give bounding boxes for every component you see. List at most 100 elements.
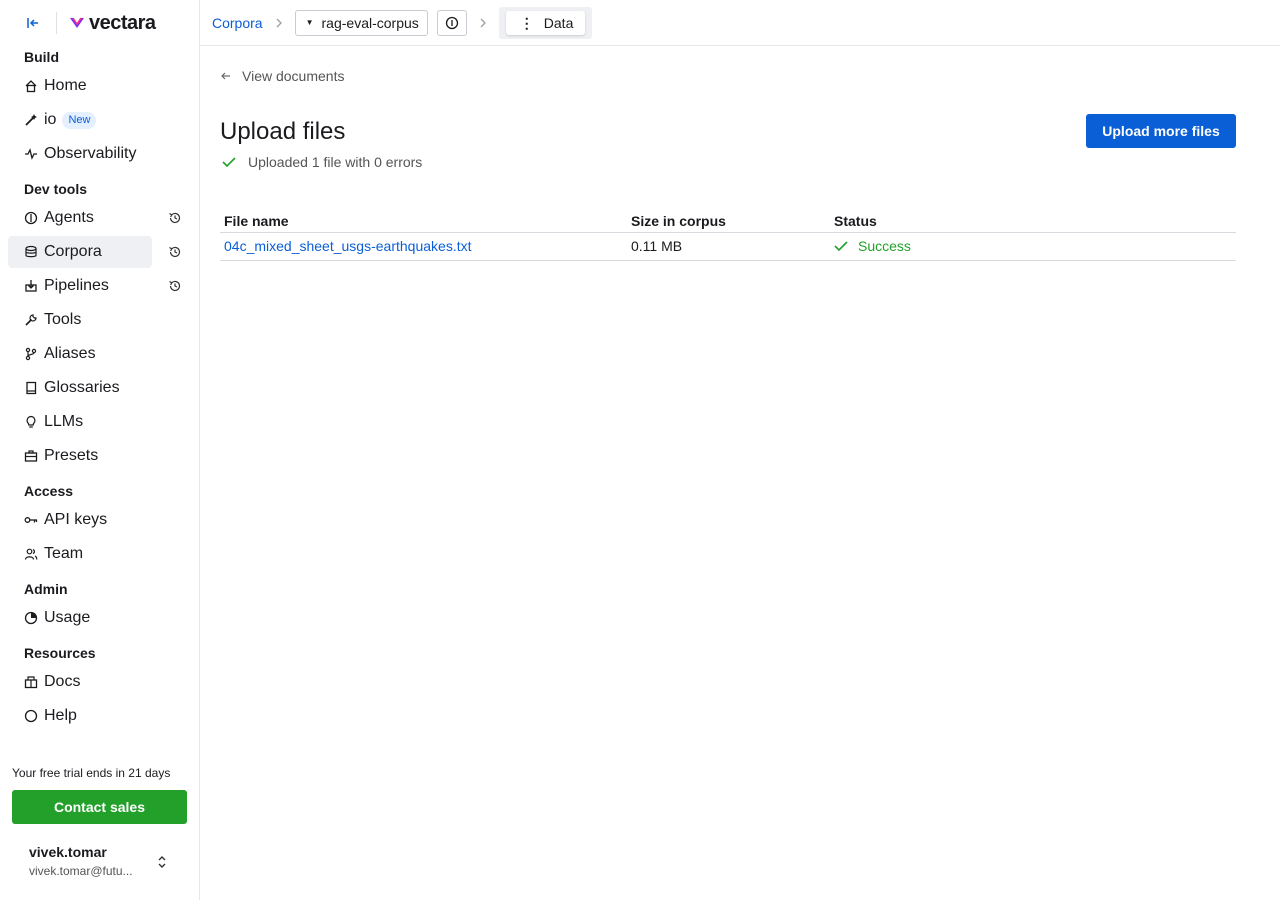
check-icon (834, 239, 848, 253)
sidebar-item-aliases[interactable]: Aliases (8, 338, 191, 370)
book-icon (24, 381, 38, 395)
key-icon (24, 513, 38, 527)
contact-sales-button[interactable]: Contact sales (12, 790, 187, 824)
corpus-info-button[interactable] (436, 9, 467, 36)
breadcrumb-corpora-link[interactable]: Corpora (212, 15, 263, 31)
data-tab-wrapper: ⋮ Data (498, 6, 593, 39)
user-name: vivek.tomar (29, 844, 107, 860)
view-documents-label: View documents (242, 68, 345, 84)
sidebar-item-llms[interactable]: LLMs (8, 406, 191, 438)
sidebar-item-label: Corpora (44, 243, 102, 260)
wrench-icon (24, 313, 38, 327)
lightbulb-icon (24, 415, 38, 429)
column-header-size: Size in corpus (627, 210, 830, 233)
home-icon (24, 79, 38, 93)
sidebar-item-label: Docs (44, 673, 81, 690)
sidebar-item-tools[interactable]: Tools (8, 304, 191, 336)
sidebar-section-title: Access (24, 483, 74, 499)
sidebar-item-label: Pipelines (44, 277, 109, 294)
arrow-left-icon (220, 70, 232, 82)
sidebar-item-docs[interactable]: Docs (8, 666, 191, 698)
sidebar-item-label: LLMs (44, 413, 84, 430)
sidebar-item-presets[interactable]: Presets (8, 440, 191, 472)
sidebar-item-usage[interactable]: Usage (8, 602, 191, 634)
new-badge: New (62, 111, 97, 129)
sidebar-item-label: Observability (44, 145, 137, 162)
column-header-file-name: File name (220, 210, 627, 233)
sidebar-section-title: Build (24, 49, 59, 65)
sidebar-item-label: Team (44, 545, 84, 562)
sidebar-item-label: Usage (44, 609, 91, 626)
sidebar-item-home[interactable]: Home (8, 70, 191, 102)
tab-data-label: Data (543, 14, 574, 31)
vectara-logo[interactable]: vectara (69, 12, 156, 35)
sidebar-item-observability[interactable]: Observability (8, 138, 191, 170)
agent-icon (24, 211, 38, 225)
pie-icon (24, 611, 38, 625)
sidebar-item-label: Aliases (44, 345, 96, 362)
header-divider (56, 12, 57, 34)
sidebar-item-label: Tools (44, 311, 82, 328)
vectara-logo-mark-icon (70, 17, 84, 28)
chevron-right-icon (477, 17, 489, 29)
history-icon[interactable] (168, 279, 182, 293)
status-badge: Success (834, 238, 1232, 254)
collapse-sidebar-icon[interactable] (24, 14, 42, 32)
sidebar-section-title: Dev tools (24, 181, 88, 197)
corpus-select[interactable]: ▼ rag-eval-corpus (294, 9, 428, 36)
history-icon[interactable] (168, 211, 182, 225)
sidebar-item-team[interactable]: Team (8, 538, 191, 570)
file-size: 0.11 MB (627, 232, 830, 261)
sidebar-item-corpora[interactable]: Corpora (8, 236, 181, 268)
sidebar-section-title: Resources (24, 645, 96, 661)
upload-status: Uploaded 1 file with 0 errors (222, 154, 422, 170)
column-header-status: Status (830, 210, 1236, 233)
tab-data[interactable]: ⋮ Data (505, 10, 586, 35)
caret-down-icon: ▼ (305, 18, 314, 27)
sidebar-item-pipelines[interactable]: Pipelines (8, 270, 191, 302)
logo-text: vectara (89, 11, 156, 34)
history-icon[interactable] (168, 245, 182, 259)
sidebar-header: vectara (0, 0, 199, 46)
wand-icon (24, 113, 38, 127)
chevron-right-icon (273, 17, 285, 29)
docs-icon (24, 675, 38, 689)
uploaded-files-table: File name Size in corpus Status 04c_mixe… (220, 210, 1236, 261)
table-row: 04c_mixed_sheet_usgs-earthquakes.txt 0.1… (220, 232, 1236, 261)
sidebar-item-label: Home (44, 77, 87, 94)
briefcase-icon (24, 449, 38, 463)
chevron-up-down-icon[interactable] (154, 853, 170, 871)
branch-icon (24, 347, 38, 361)
sidebar-item-agents[interactable]: Agents (8, 202, 191, 234)
upload-status-text: Uploaded 1 file with 0 errors (248, 154, 423, 170)
status-text: Success (858, 238, 911, 254)
sidebar-item-api-keys[interactable]: API keys (8, 504, 191, 536)
team-icon (24, 547, 38, 561)
help-icon (24, 709, 38, 723)
sidebar-item-label: Agents (44, 209, 94, 226)
view-documents-link[interactable]: View documents (220, 68, 344, 84)
more-vertical-icon: ⋮ (519, 14, 534, 31)
sidebar-item-help[interactable]: Help (8, 700, 191, 732)
sidebar-item-label: Help (44, 707, 77, 724)
sidebar-item-label: io (44, 111, 57, 128)
corpus-select-value: rag-eval-corpus (321, 14, 419, 31)
sidebar-section-title: Admin (24, 581, 68, 597)
upload-more-files-button[interactable]: Upload more files (1086, 114, 1236, 148)
sidebar-item-label: Glossaries (44, 379, 120, 396)
pulse-icon (24, 147, 38, 161)
sidebar-item-io[interactable]: io New (8, 104, 191, 136)
sidebar-item-label: API keys (44, 511, 108, 528)
database-icon (24, 245, 38, 259)
info-icon (445, 16, 458, 29)
sidebar-item-glossaries[interactable]: Glossaries (8, 372, 191, 404)
breadcrumb: Corpora ▼ rag-eval-corpus ⋮ Data (200, 0, 1280, 46)
sidebar-item-label: Presets (44, 447, 99, 464)
sidebar-nav[interactable]: Build Home io New Observability Dev tools Agen… (0, 46, 199, 758)
file-name-link[interactable]: 04c_mixed_sheet_usgs-earthquakes.txt (224, 238, 471, 254)
user-profile[interactable]: vivek.tomar vivek.tomar@futu... (29, 844, 141, 878)
pipeline-icon (24, 279, 38, 293)
sidebar: vectara Build Home io New Observability Dev t… (0, 0, 200, 900)
page-title: Upload files (220, 118, 346, 145)
user-email: vivek.tomar@futu... (29, 864, 133, 878)
